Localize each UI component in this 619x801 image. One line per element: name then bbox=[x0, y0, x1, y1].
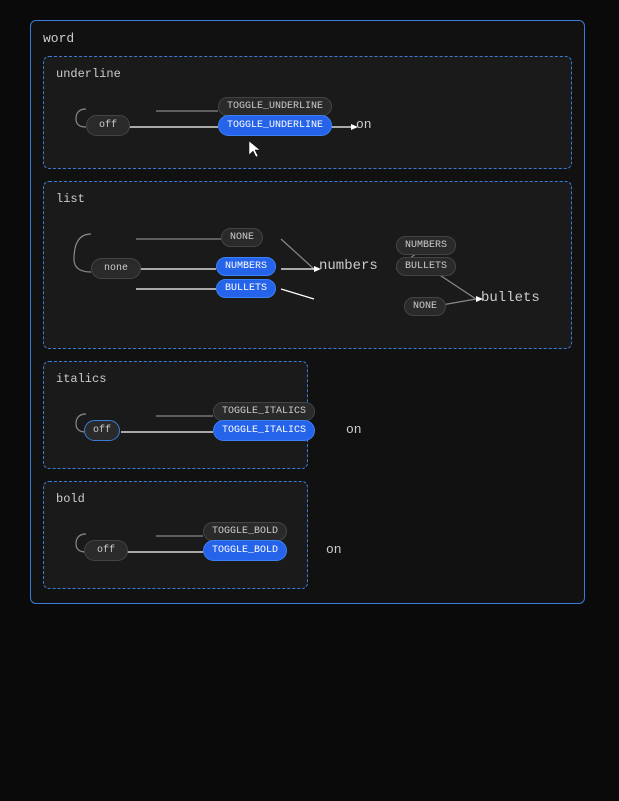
list-title: list bbox=[56, 192, 559, 206]
bold-diagram: TOGGLE_BOLD off TOGGLE_BOLD on bbox=[56, 514, 295, 574]
bullets-text-node: bullets bbox=[481, 290, 540, 306]
underline-diagram: TOGGLE_UNDERLINE off TOGGLE_UNDERLINE on bbox=[56, 89, 559, 154]
numbers-text-node: numbers bbox=[319, 258, 378, 274]
toggle-underline-top: TOGGLE_UNDERLINE bbox=[218, 97, 332, 116]
outer-title: word bbox=[43, 31, 572, 46]
toggle-underline-bottom: TOGGLE_UNDERLINE bbox=[218, 115, 332, 136]
toggle-bold-bottom: TOGGLE_BOLD bbox=[203, 540, 287, 561]
toggle-bold-top: TOGGLE_BOLD bbox=[203, 522, 287, 541]
numbers-dark-right: NUMBERS bbox=[396, 236, 456, 255]
bullets-dark-right: BULLETS bbox=[396, 257, 456, 276]
numbers-blue-node: NUMBERS bbox=[216, 257, 276, 276]
bullets-blue-node: BULLETS bbox=[216, 279, 276, 298]
on-node-underline: on bbox=[356, 117, 372, 132]
cursor bbox=[249, 141, 261, 162]
toggle-italics-top: TOGGLE_ITALICS bbox=[213, 402, 315, 421]
off-node-italics: off bbox=[84, 420, 120, 441]
off-node-underline: off bbox=[86, 115, 130, 136]
off-node-bold: off bbox=[84, 540, 128, 561]
on-node-bold: on bbox=[326, 542, 342, 557]
list-box: list bbox=[43, 181, 572, 349]
toggle-italics-bottom: TOGGLE_ITALICS bbox=[213, 420, 315, 441]
italics-diagram: TOGGLE_ITALICS off TOGGLE_ITALICS on bbox=[56, 394, 295, 454]
none-bottom-right: NONE bbox=[404, 297, 446, 316]
none-node: none bbox=[91, 258, 141, 279]
italics-title: italics bbox=[56, 372, 295, 386]
list-diagram: none NONE NUMBERS BULLETS numbers NUMBER… bbox=[56, 214, 559, 334]
italics-box: italics TOGGLE_ITALICS off TOGGLE_ITALIC… bbox=[43, 361, 308, 469]
outer-container: word underline TOGGLE_UNDERLINE bbox=[30, 20, 585, 604]
bold-title: bold bbox=[56, 492, 295, 506]
bold-box: bold TOGGLE_BOLD off TOGGLE_BOLD bbox=[43, 481, 308, 589]
none-dark-node: NONE bbox=[221, 228, 263, 247]
underline-title: underline bbox=[56, 67, 559, 81]
on-node-italics: on bbox=[346, 422, 362, 437]
underline-box: underline TOGGLE_UNDERLINE off bbox=[43, 56, 572, 169]
